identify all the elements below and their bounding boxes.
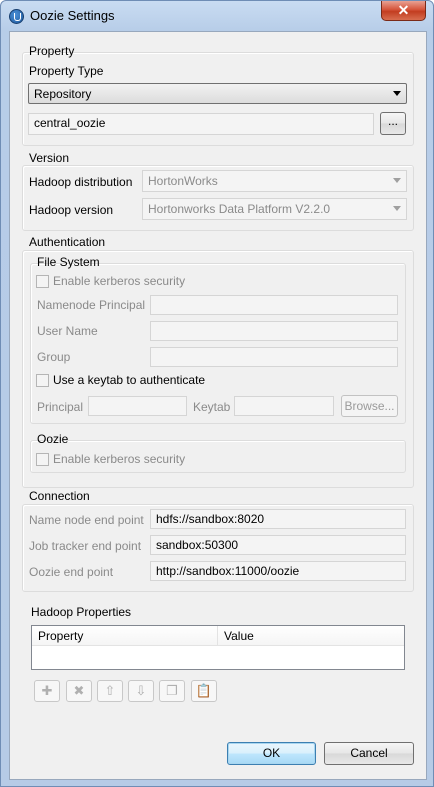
- keytab-label: Keytab: [193, 400, 231, 414]
- repository-browse-button[interactable]: ...: [380, 112, 406, 135]
- repository-field[interactable]: central_oozie: [28, 113, 374, 135]
- keytab-browse-button[interactable]: Browse...: [341, 395, 398, 417]
- hadoop-properties-label: Hadoop Properties: [31, 605, 132, 619]
- principal-field[interactable]: [88, 396, 187, 416]
- paste-icon[interactable]: 📋: [191, 680, 217, 702]
- hadoop-version-value: Hortonworks Data Platform V2.2.0: [148, 202, 331, 216]
- file-system-group-label: File System: [37, 255, 100, 269]
- oozie-endpoint-label: Oozie end point: [29, 565, 114, 579]
- namenode-principal-label: Namenode Principal: [37, 298, 146, 312]
- property-type-label: Property Type: [29, 64, 104, 78]
- cancel-button[interactable]: Cancel: [324, 742, 414, 765]
- chevron-down-icon: [393, 206, 401, 211]
- hadoop-distribution-label: Hadoop distribution: [29, 175, 133, 189]
- connection-group-label: Connection: [29, 489, 90, 503]
- property-type-value: Repository: [34, 87, 92, 101]
- hadoop-version-select[interactable]: Hortonworks Data Platform V2.2.0: [142, 198, 407, 220]
- chevron-down-icon: [393, 178, 401, 183]
- authentication-group-label: Authentication: [29, 235, 106, 249]
- close-button[interactable]: ✕: [381, 1, 426, 21]
- use-keytab-label: Use a keytab to authenticate: [53, 373, 206, 387]
- oozie-kerberos-checkbox[interactable]: [36, 453, 49, 466]
- hadoop-version-label: Hadoop version: [29, 203, 114, 217]
- window-title: Oozie Settings: [30, 8, 115, 23]
- talend-app-icon: [9, 9, 24, 24]
- copy-icon[interactable]: ❐: [159, 680, 185, 702]
- group-field[interactable]: [150, 347, 398, 367]
- ok-button[interactable]: OK: [227, 742, 316, 765]
- hadoop-distribution-select[interactable]: HortonWorks: [142, 170, 407, 192]
- user-name-label: User Name: [37, 324, 98, 338]
- column-header-value[interactable]: Value: [218, 626, 404, 646]
- oozie-auth-group-label: Oozie: [37, 432, 69, 446]
- dialog-body: Property Property Type Repository centra…: [9, 31, 427, 780]
- title-bar[interactable]: Oozie Settings ✕: [1, 1, 433, 31]
- add-icon[interactable]: ✚: [34, 680, 60, 702]
- hadoop-properties-table[interactable]: Property Value: [31, 625, 405, 670]
- fs-kerberos-label: Enable kerberos security: [53, 274, 186, 288]
- chevron-down-icon: [393, 91, 401, 96]
- oozie-kerberos-label: Enable kerberos security: [53, 452, 186, 466]
- property-type-select[interactable]: Repository: [28, 83, 407, 104]
- dialog-window: Oozie Settings ✕ Property Property Type …: [0, 0, 434, 787]
- name-node-label: Name node end point: [29, 513, 144, 527]
- group-label: Group: [37, 350, 71, 364]
- job-tracker-label: Job tracker end point: [29, 539, 142, 553]
- principal-label: Principal: [37, 400, 84, 414]
- move-down-icon[interactable]: ⇩: [128, 680, 154, 702]
- hadoop-distribution-value: HortonWorks: [148, 174, 218, 188]
- version-group-label: Version: [29, 151, 70, 165]
- name-node-field[interactable]: hdfs://sandbox:8020: [150, 509, 406, 529]
- use-keytab-checkbox[interactable]: [36, 374, 49, 387]
- property-group-label: Property: [29, 44, 75, 58]
- column-header-property[interactable]: Property: [32, 626, 218, 646]
- keytab-field[interactable]: [234, 396, 334, 416]
- namenode-principal-field[interactable]: [150, 295, 398, 315]
- oozie-endpoint-field[interactable]: http://sandbox:11000/oozie: [150, 561, 406, 581]
- move-up-icon[interactable]: ⇧: [97, 680, 123, 702]
- job-tracker-field[interactable]: sandbox:50300: [150, 535, 406, 555]
- fs-kerberos-checkbox[interactable]: [36, 275, 49, 288]
- user-name-field[interactable]: [150, 321, 398, 341]
- delete-icon[interactable]: ✖: [66, 680, 92, 702]
